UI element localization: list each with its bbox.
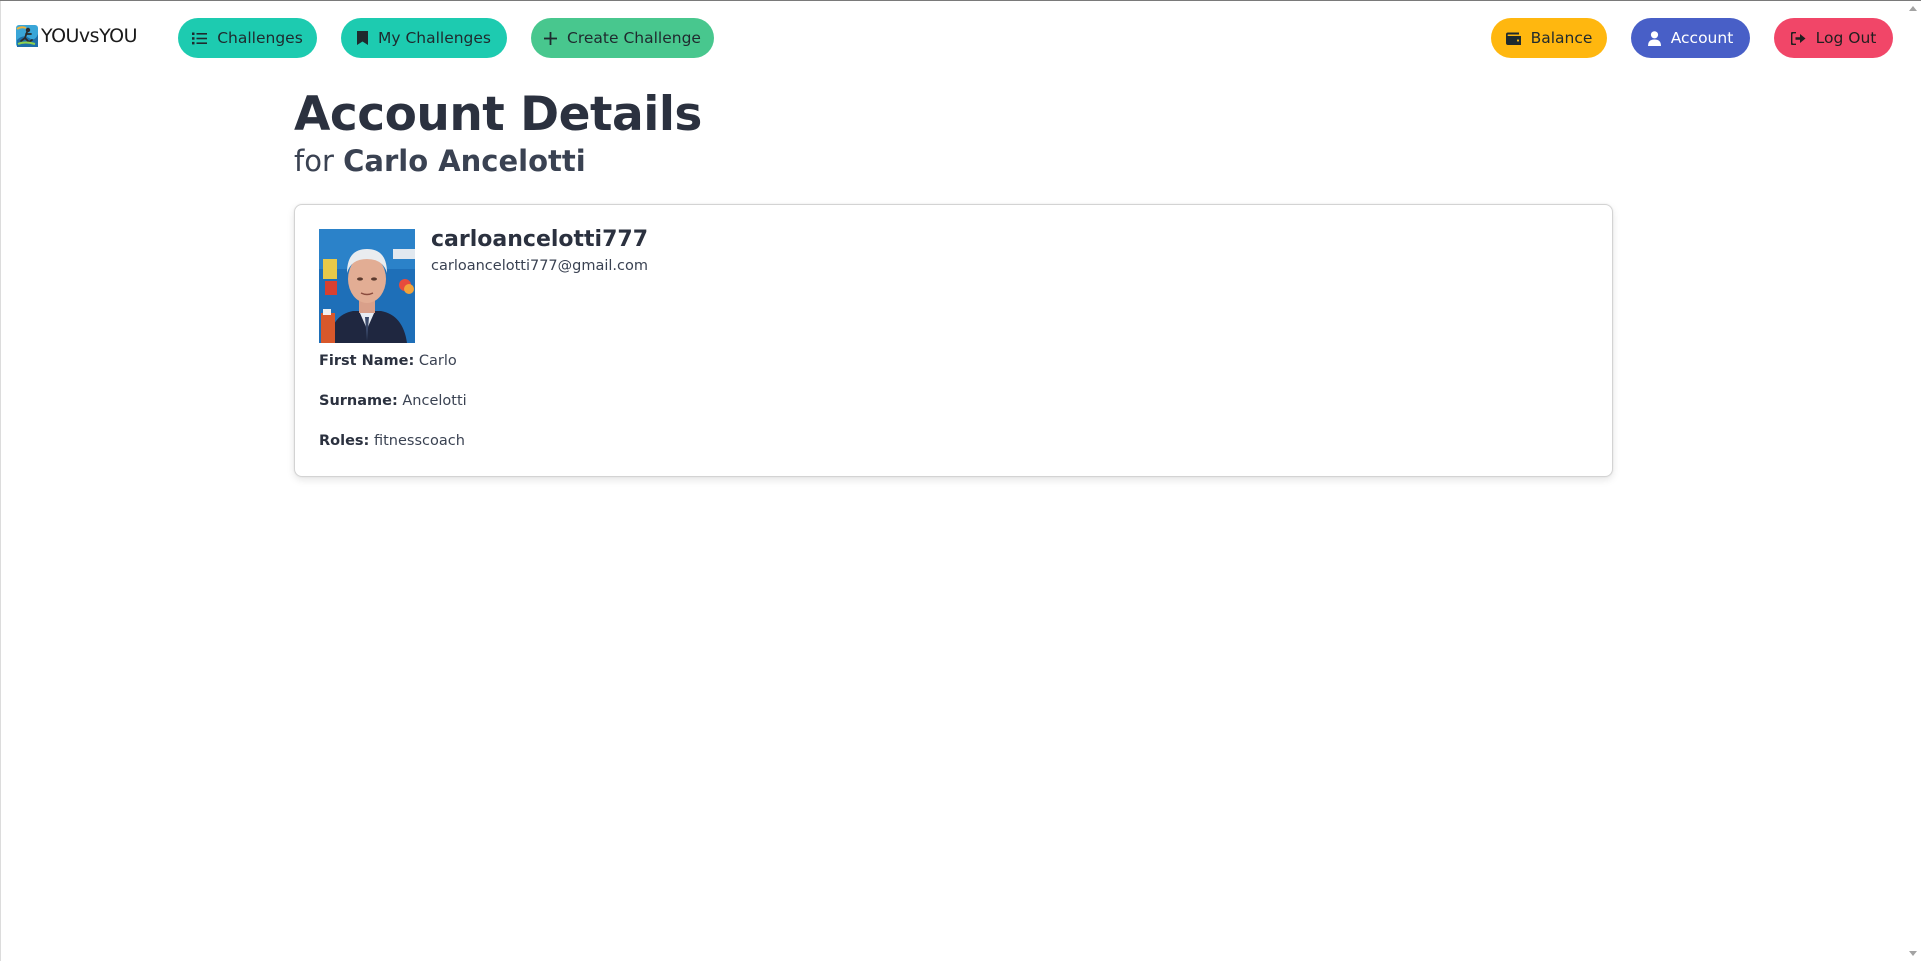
account-button[interactable]: Account	[1631, 18, 1750, 58]
brand-link[interactable]: YOUvsYOU	[15, 24, 138, 48]
email: carloancelotti777@gmail.com	[431, 258, 649, 274]
athlete-logo-icon	[15, 24, 39, 48]
top-navbar: YOUvsYOU Challenges My Challenges Create…	[1, 1, 1905, 73]
wallet-icon	[1505, 32, 1521, 45]
vertical-scrollbar[interactable]	[1904, 1, 1921, 961]
scroll-down-arrow-icon[interactable]	[1909, 951, 1917, 956]
surname-field: Surname: Ancelotti	[319, 393, 467, 409]
roles-field: Roles: fitnesscoach	[319, 433, 465, 449]
avatar	[319, 229, 415, 343]
subtitle-prefix: for	[294, 144, 334, 178]
surname-label: Surname:	[319, 393, 398, 409]
list-icon	[192, 32, 208, 45]
roles-label: Roles:	[319, 433, 370, 449]
user-icon	[1647, 30, 1661, 46]
first-name-value: Carlo	[418, 353, 457, 369]
scroll-up-arrow-icon[interactable]	[1909, 6, 1917, 11]
username: carloancelotti777	[431, 227, 649, 252]
page-title: Account Details	[294, 87, 702, 142]
create-challenge-button[interactable]: Create Challenge	[531, 18, 714, 58]
first-name-label: First Name:	[319, 353, 415, 369]
account-button-label: Account	[1670, 29, 1734, 47]
page-viewport: YOUvsYOU Challenges My Challenges Create…	[0, 1, 1904, 961]
account-card: carloancelotti777 carloancelotti777@gmai…	[294, 204, 1613, 477]
surname-value: Ancelotti	[402, 393, 467, 409]
brand-name: YOUvsYOU	[41, 25, 138, 47]
log-out-button[interactable]: Log Out	[1774, 18, 1893, 58]
page-subtitle: for Carlo Ancelotti	[294, 144, 586, 178]
balance-button[interactable]: Balance	[1491, 18, 1607, 58]
sign-out-icon	[1790, 31, 1806, 45]
account-full-name: Carlo Ancelotti	[343, 144, 586, 178]
balance-button-label: Balance	[1530, 29, 1593, 47]
first-name-field: First Name: Carlo	[319, 353, 457, 369]
plus-icon	[544, 31, 558, 45]
my-challenges-button-label: My Challenges	[377, 29, 492, 47]
challenges-button[interactable]: Challenges	[178, 18, 317, 58]
roles-value: fitnesscoach	[373, 433, 465, 449]
create-challenge-button-label: Create Challenge	[567, 29, 701, 47]
bookmark-icon	[356, 31, 368, 45]
my-challenges-button[interactable]: My Challenges	[341, 18, 507, 58]
log-out-button-label: Log Out	[1815, 29, 1877, 47]
challenges-button-label: Challenges	[217, 29, 303, 47]
